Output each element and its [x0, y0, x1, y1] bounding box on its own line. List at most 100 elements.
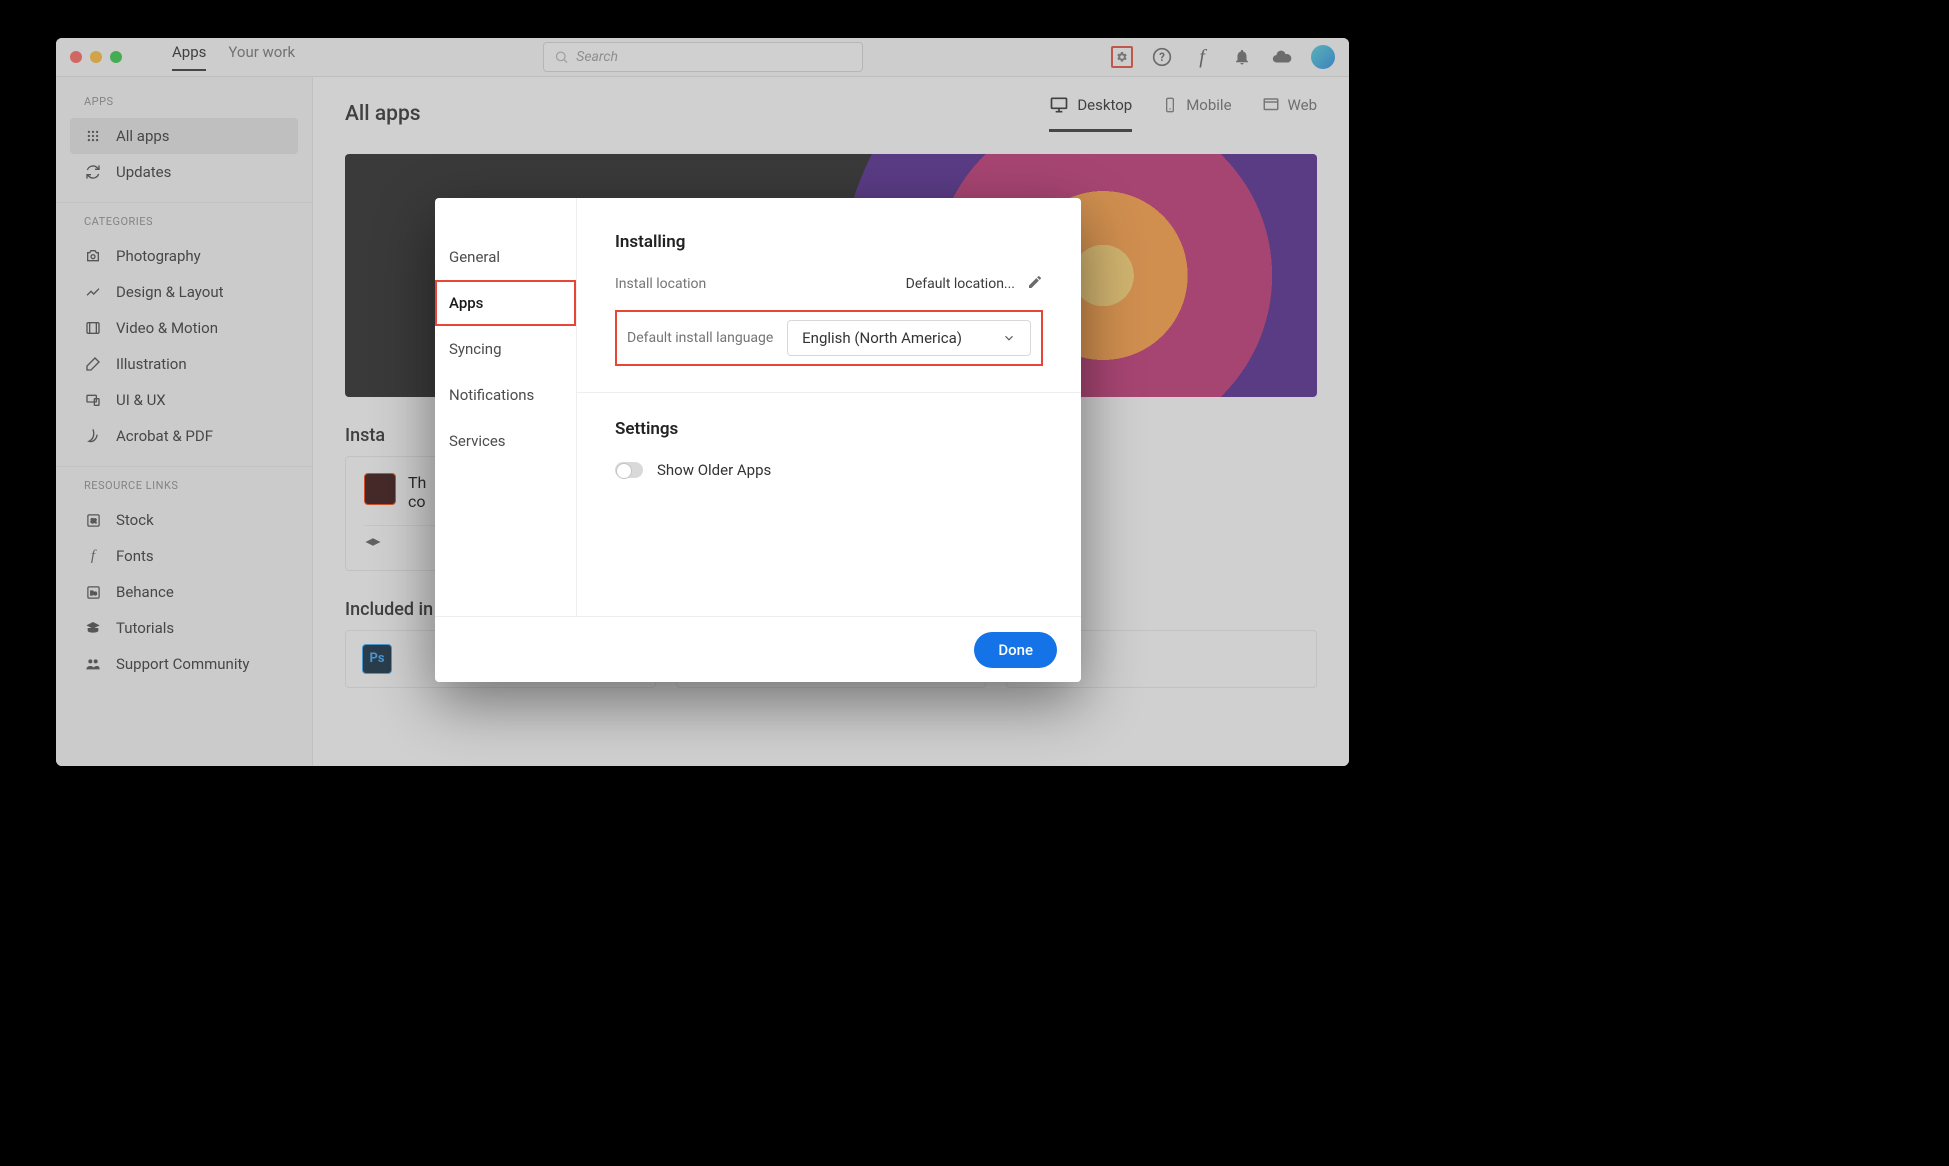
modal-tab-syncing[interactable]: Syncing [435, 326, 576, 372]
help-icon[interactable]: ? [1151, 46, 1173, 68]
language-value: English (North America) [802, 329, 962, 347]
window-controls [70, 51, 122, 63]
sidebar-item-design[interactable]: Design & Layout [56, 274, 312, 310]
installing-heading: Installing [615, 232, 1043, 252]
sidebar-item-behance[interactable]: Be Behance [56, 574, 312, 610]
ruler-icon [84, 284, 102, 300]
desktop-icon [1049, 95, 1069, 115]
label: Behance [116, 583, 174, 601]
label: Fonts [116, 547, 154, 565]
preferences-modal: General Apps Syncing Notifications Servi… [435, 198, 1081, 682]
sidebar-resources-title: RESOURCE LINKS [56, 479, 312, 502]
brush-icon [84, 356, 102, 372]
default-language-label: Default install language [627, 330, 773, 346]
label: Support Community [116, 655, 249, 673]
modal-tab-services[interactable]: Services [435, 418, 576, 464]
acrobat-icon [84, 428, 102, 444]
search-input[interactable] [576, 49, 851, 65]
devices-icon [84, 392, 102, 408]
svg-text:St: St [90, 517, 96, 525]
sidebar-all-apps-label: All apps [116, 127, 170, 145]
modal-sidebar: General Apps Syncing Notifications Servi… [435, 198, 577, 616]
tab-web[interactable]: Web [1262, 95, 1317, 132]
sync-icon [84, 164, 102, 180]
profile-avatar[interactable] [1311, 45, 1335, 69]
search-field[interactable] [543, 42, 863, 72]
tab-desktop-label: Desktop [1077, 96, 1132, 114]
install-location-label: Install location [615, 276, 706, 292]
sidebar-categories-title: CATEGORIES [56, 215, 312, 238]
label: Tutorials [116, 619, 174, 637]
chevron-down-icon [1002, 331, 1016, 345]
ps-badge: Ps [363, 645, 391, 673]
label: Design & Layout [116, 283, 224, 301]
label: Acrobat & PDF [116, 427, 213, 445]
fonts-icon[interactable]: f [1191, 46, 1213, 68]
camera-icon [84, 248, 102, 264]
show-older-toggle[interactable] [615, 462, 643, 478]
app-icon [364, 473, 396, 505]
label: Stock [116, 511, 154, 529]
edit-location-icon[interactable] [1027, 274, 1043, 294]
sidebar-item-uiux[interactable]: UI & UX [56, 382, 312, 418]
install-location-value: Default location... [906, 276, 1015, 292]
sidebar-item-illustration[interactable]: Illustration [56, 346, 312, 382]
sidebar-item-community[interactable]: Support Community [56, 646, 312, 682]
sidebar-item-photography[interactable]: Photography [56, 238, 312, 274]
sidebar-item-tutorials[interactable]: Tutorials [56, 610, 312, 646]
sidebar-item-fonts[interactable]: f Fonts [56, 538, 312, 574]
sidebar-updates-label: Updates [116, 163, 171, 181]
show-older-row: Show Older Apps [615, 461, 1043, 479]
cloud-icon[interactable] [1271, 46, 1293, 68]
tab-desktop[interactable]: Desktop [1049, 95, 1132, 132]
maximize-window[interactable] [110, 51, 122, 63]
close-window[interactable] [70, 51, 82, 63]
sidebar-item-acrobat[interactable]: Acrobat & PDF [56, 418, 312, 454]
sidebar-apps-title: APPS [56, 95, 312, 118]
card-text1: Th [408, 473, 426, 492]
language-dropdown[interactable]: English (North America) [787, 320, 1031, 356]
label: Photography [116, 247, 201, 265]
graduation-icon [84, 620, 102, 636]
header-tabs: Apps Your work [172, 43, 295, 71]
tab-web-label: Web [1288, 96, 1317, 114]
label: Illustration [116, 355, 187, 373]
fonts-icon: f [84, 548, 102, 565]
svg-text:?: ? [1159, 50, 1165, 64]
modal-tab-general[interactable]: General [435, 234, 576, 280]
sidebar-item-video[interactable]: Video & Motion [56, 310, 312, 346]
behance-icon: Be [84, 585, 102, 600]
svg-text:Be: Be [90, 591, 96, 597]
modal-tab-notifications[interactable]: Notifications [435, 372, 576, 418]
sidebar-item-stock[interactable]: St Stock [56, 502, 312, 538]
tab-apps[interactable]: Apps [172, 43, 206, 71]
tab-your-work[interactable]: Your work [228, 43, 295, 71]
people-icon [84, 656, 102, 672]
film-icon [84, 320, 102, 336]
label: Video & Motion [116, 319, 218, 337]
done-button[interactable]: Done [974, 632, 1057, 668]
label: UI & UX [116, 391, 166, 409]
mobile-icon [1162, 95, 1178, 115]
header-actions: ? f [1111, 45, 1335, 69]
settings-heading: Settings [615, 419, 1043, 439]
show-older-label: Show Older Apps [657, 461, 771, 479]
install-location-row: Install location Default location... [615, 274, 1043, 294]
settings-gear-icon[interactable] [1111, 46, 1133, 68]
grid-icon [84, 129, 102, 143]
minimize-window[interactable] [90, 51, 102, 63]
notifications-bell-icon[interactable] [1231, 46, 1253, 68]
modal-tab-apps[interactable]: Apps [435, 280, 576, 326]
page-title: All apps [345, 102, 421, 126]
stock-icon: St [84, 513, 102, 528]
platform-tabs: Desktop Mobile Web [1049, 95, 1317, 132]
sidebar-item-updates[interactable]: Updates [56, 154, 312, 190]
tab-mobile[interactable]: Mobile [1162, 95, 1231, 132]
card-text2: co [408, 492, 426, 511]
sidebar: APPS All apps Updates CATEGORIES Photogr… [56, 77, 313, 766]
topbar: Apps Your work ? f [56, 38, 1349, 77]
graduation-icon [364, 536, 382, 554]
modal-content: Installing Install location Default loca… [577, 198, 1081, 616]
search-icon [554, 49, 569, 65]
sidebar-item-all-apps[interactable]: All apps [70, 118, 298, 154]
